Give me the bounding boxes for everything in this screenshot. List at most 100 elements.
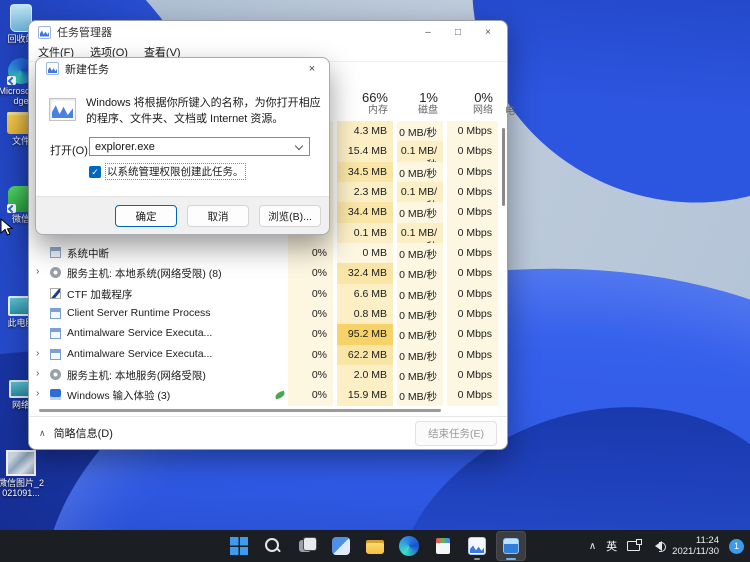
taskbar-button-store[interactable]	[428, 531, 458, 561]
maximize-icon: □	[455, 27, 461, 38]
cell-disk: 0 MB/秒	[397, 284, 443, 304]
dialog-description: Windows 将根据你所键入的名称，为你打开相应的程序、文件夹、文档或 Int…	[86, 95, 324, 127]
volume-icon[interactable]	[650, 541, 662, 551]
column-label: 网络	[447, 105, 493, 117]
tray-time: 11:24	[672, 535, 719, 546]
tray-expand-chevron-icon[interactable]: ∧	[589, 541, 596, 552]
expand-chevron-icon[interactable]: ›	[36, 266, 39, 277]
taskbar-button-explorer[interactable]	[360, 531, 390, 561]
window-title: 任务管理器	[57, 24, 112, 40]
cell-disk: 0 MB/秒	[397, 365, 443, 385]
cell-disk: 0 MB/秒	[397, 243, 443, 263]
taskbar-button-taskview[interactable]	[292, 531, 322, 561]
column-header-disk[interactable]: 1%磁盘	[397, 90, 443, 117]
open-combobox[interactable]: explorer.exe	[89, 137, 310, 156]
end-task-button[interactable]: 结束任务(E)	[415, 421, 497, 446]
cell-disk: 0 MB/秒	[397, 345, 443, 365]
taskbar-button-start[interactable]	[224, 531, 254, 561]
dialog-titlebar[interactable]: 新建任务	[36, 58, 329, 79]
notification-badge[interactable]: 1	[729, 539, 744, 554]
ok-button[interactable]: 确定	[115, 205, 177, 227]
process-row[interactable]: Client Server Runtime Process0%0.8 MB0 M…	[29, 304, 507, 324]
process-row[interactable]: ›服务主机: 本地系统(网络受限) (8)0%32.4 MB0 MB/秒0 Mb…	[29, 263, 507, 283]
start-icon	[229, 536, 249, 556]
cancel-button[interactable]: 取消	[187, 205, 249, 227]
cell-net: 0 Mbps	[447, 324, 498, 344]
taskbar-button-widgets[interactable]	[326, 531, 356, 561]
process-name: Antimalware Service Executa...	[67, 348, 212, 360]
taskbar-button-search[interactable]	[258, 531, 288, 561]
column-header-mem[interactable]: 66%内存	[337, 90, 393, 117]
cell-mem: 2.3 MB	[337, 182, 393, 202]
window-icon	[50, 308, 61, 319]
cell-disk: 0 MB/秒	[397, 385, 443, 405]
process-row[interactable]: 系统中断0%0 MB0 MB/秒0 Mbps	[29, 243, 507, 263]
process-name: CTF 加载程序	[67, 287, 132, 302]
gear-icon	[50, 369, 61, 380]
dialog-close-button[interactable]: ×	[295, 58, 329, 79]
dialog-button-strip: 确定 取消 浏览(B)...	[36, 196, 329, 234]
ime-indicator[interactable]: 英	[606, 538, 617, 554]
cell-disk: 0 MB/秒	[397, 263, 443, 283]
cell-cpu: 0%	[288, 304, 333, 324]
admin-checkbox[interactable]: ✓	[89, 166, 101, 178]
cell-disk: 0 MB/秒	[397, 304, 443, 324]
expand-chevron-icon[interactable]: ›	[36, 348, 39, 359]
close-button[interactable]: ×	[473, 21, 503, 43]
admin-checkbox-label[interactable]: 以系统管理权限创建此任务。	[106, 164, 245, 179]
maximize-button[interactable]: □	[443, 21, 473, 43]
task-manager-app-icon	[38, 26, 51, 39]
process-row[interactable]: CTF 加载程序0%6.6 MB0 MB/秒0 Mbps	[29, 284, 507, 304]
process-name: Antimalware Service Executa...	[67, 327, 212, 339]
photo-icon	[6, 450, 36, 476]
column-usage-percent: 1%	[397, 90, 438, 105]
taskbar-icon-group	[224, 531, 526, 561]
expand-chevron-icon[interactable]: ›	[36, 368, 39, 379]
cell-net: 0 Mbps	[447, 121, 498, 141]
cell-mem: 0 MB	[337, 243, 393, 263]
cell-net: 0 Mbps	[447, 162, 498, 182]
taskbar-button-edge[interactable]	[394, 531, 424, 561]
chevron-up-icon: ∧	[39, 428, 46, 439]
cell-disk: 0 MB/秒	[397, 202, 443, 222]
chevron-down-icon[interactable]	[295, 142, 303, 150]
process-name: Windows 输入体验 (3)	[67, 388, 170, 403]
cell-net: 0 Mbps	[447, 202, 498, 222]
cell-disk: 0.1 MB/秒	[397, 141, 443, 161]
process-name: 服务主机: 本地服务(网络受限)	[67, 368, 206, 383]
running-indicator	[506, 558, 516, 560]
taskbar-button-activewin[interactable]	[496, 531, 526, 561]
task-chart-icon	[49, 98, 76, 121]
column-header-net[interactable]: 0%网络	[447, 90, 498, 117]
dialog-title: 新建任务	[65, 61, 109, 77]
cell-mem: 4.3 MB	[337, 121, 393, 141]
process-row[interactable]: ›Windows 输入体验 (3)0%15.9 MB0 MB/秒0 Mbps	[29, 385, 507, 405]
cell-disk: 0 MB/秒	[397, 121, 443, 141]
vertical-scrollbar[interactable]	[502, 128, 505, 206]
cell-cpu: 0%	[288, 385, 333, 405]
clock[interactable]: 11:24 2021/11/30	[672, 535, 719, 557]
expand-chevron-icon[interactable]: ›	[36, 388, 39, 399]
cell-cpu: 0%	[288, 243, 333, 263]
cell-net: 0 Mbps	[447, 284, 498, 304]
taskmgr-icon	[467, 536, 487, 556]
process-row[interactable]: ›Antimalware Service Executa...0%62.2 MB…	[29, 345, 507, 365]
cell-cpu: 0%	[288, 263, 333, 283]
horizontal-scrollbar[interactable]	[39, 409, 441, 412]
task-manager-titlebar[interactable]: 任务管理器 – □ ×	[29, 21, 507, 43]
summary-toggle[interactable]: 简略信息(D)	[54, 425, 113, 441]
cell-mem: 0.8 MB	[337, 304, 393, 324]
desktop-icon-photo[interactable]: 微信图片_2021091...	[0, 450, 44, 498]
cell-mem: 15.9 MB	[337, 385, 393, 405]
taskbar-button-taskmgr[interactable]	[462, 531, 492, 561]
column-header-power[interactable]: 电	[505, 102, 515, 117]
search-icon	[263, 536, 283, 556]
browse-button[interactable]: 浏览(B)...	[259, 205, 321, 227]
process-row[interactable]: ›服务主机: 本地服务(网络受限)0%2.0 MB0 MB/秒0 Mbps	[29, 365, 507, 385]
cell-net: 0 Mbps	[447, 365, 498, 385]
cell-disk: 0 MB/秒	[397, 324, 443, 344]
store-icon	[433, 536, 453, 556]
minimize-button[interactable]: –	[413, 21, 443, 43]
network-icon[interactable]	[627, 541, 640, 551]
process-row[interactable]: Antimalware Service Executa...0%95.2 MB0…	[29, 324, 507, 344]
